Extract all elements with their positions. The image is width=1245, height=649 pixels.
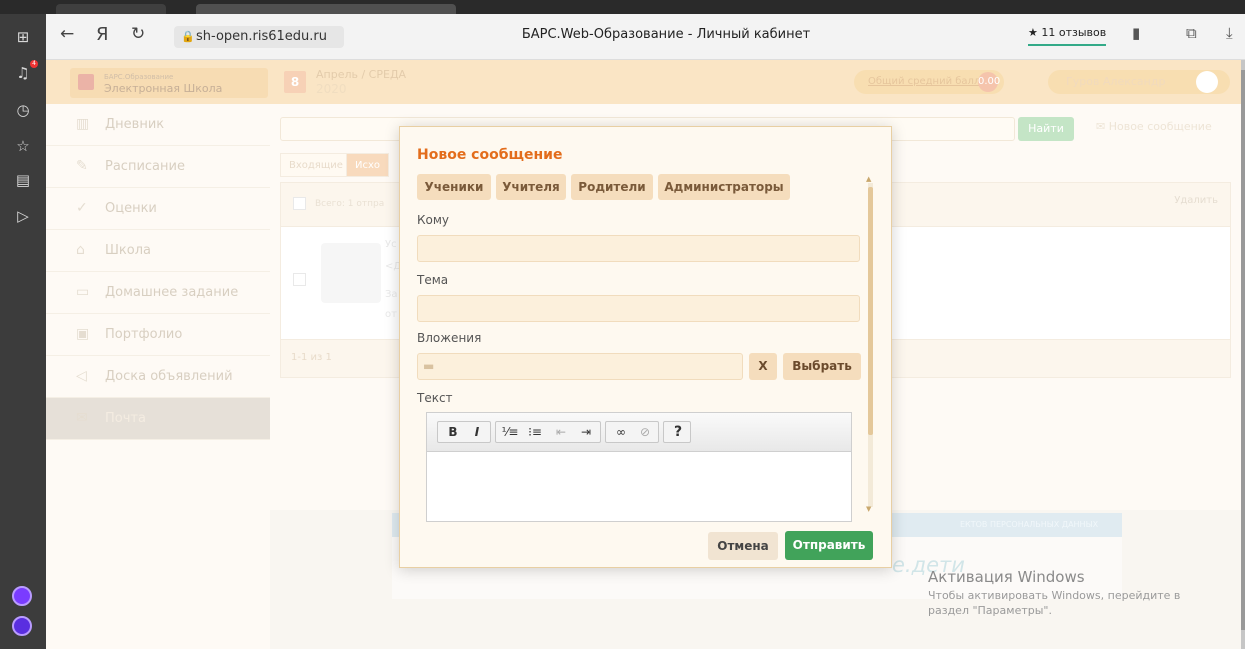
numbered-list-icon[interactable]: ⅟≡: [498, 422, 522, 442]
format-group: B I: [437, 421, 491, 443]
teachers-button[interactable]: Учителя: [496, 174, 566, 200]
link-group: ∞ ⊘: [605, 421, 659, 443]
browser-toolbar: ← Я ↻ 🔒 sh-open.ris61edu.ru БАРС.Web-Обр…: [46, 14, 1245, 60]
subject-label: Тема: [417, 273, 449, 287]
scroll-up-icon[interactable]: ▲: [866, 175, 871, 183]
windows-activation-line1: Чтобы активировать Windows, перейдите в: [928, 589, 1181, 602]
browser-tab-active[interactable]: [196, 4, 456, 14]
dialog-scrollbar[interactable]: ▲ ▼: [866, 175, 875, 515]
screen: ⊞ ♫ 4 ◷ ☆ ▤ ▷ ← Я ↻ 🔒 sh-open.ris61edu.r…: [0, 0, 1245, 649]
bulleted-list-icon[interactable]: ⁝≡: [523, 422, 547, 442]
alice-icon[interactable]: [12, 586, 32, 606]
download-icon[interactable]: ⤓: [1226, 24, 1233, 42]
lock-icon: 🔒: [181, 30, 195, 43]
remove-attachment-button[interactable]: X: [749, 353, 777, 380]
notes-icon[interactable]: ▤: [13, 170, 33, 190]
bookmark-icon[interactable]: ▮: [1132, 24, 1140, 42]
back-icon[interactable]: ←: [60, 24, 74, 44]
windows-activation-watermark: Активация Windows Чтобы активировать Win…: [928, 568, 1228, 628]
attachments-label: Вложения: [417, 331, 482, 345]
page-scrollbar[interactable]: [1241, 60, 1245, 649]
choose-file-button[interactable]: Выбрать: [783, 353, 861, 380]
apps-icon[interactable]: ⊞: [13, 27, 33, 47]
indent-icon[interactable]: ⇥: [574, 422, 598, 442]
notification-badge: 4: [30, 60, 38, 68]
scroll-thumb[interactable]: [868, 187, 873, 435]
web-page: БАРС.Образование Электронная Школа 8 Апр…: [46, 60, 1241, 649]
dialog-title: Новое сообщение: [417, 147, 563, 163]
link-icon[interactable]: ∞: [609, 422, 633, 442]
browser-tab[interactable]: [56, 4, 166, 14]
reviews-link[interactable]: ★ 11 отзывов: [1028, 26, 1107, 46]
address-bar[interactable]: 🔒 sh-open.ris61edu.ru: [174, 26, 344, 48]
list-group: ⅟≡ ⁝≡ ⇤ ⇥: [495, 421, 601, 443]
star-icon[interactable]: ☆: [13, 136, 33, 156]
administrators-button[interactable]: Администраторы: [658, 174, 790, 200]
editor-toolbar: B I ⅟≡ ⁝≡ ⇤ ⇥ ∞ ⊘ ?: [427, 413, 851, 452]
assistant-icon[interactable]: [12, 616, 32, 636]
yandex-icon[interactable]: Я: [96, 24, 109, 45]
send-button[interactable]: Отправить: [785, 531, 873, 560]
help-group: ?: [663, 421, 691, 443]
text-label: Текст: [417, 391, 453, 405]
rich-text-editor: B I ⅟≡ ⁝≡ ⇤ ⇥ ∞ ⊘ ?: [426, 412, 852, 522]
students-button[interactable]: Ученики: [417, 174, 491, 200]
folder-icon: ▬: [423, 359, 435, 373]
italic-icon[interactable]: I: [465, 422, 489, 442]
outdent-icon[interactable]: ⇤: [549, 422, 573, 442]
windows-activation-line2: раздел "Параметры".: [928, 604, 1052, 617]
attachment-field[interactable]: ▬: [417, 353, 743, 380]
page-scroll-thumb[interactable]: [1241, 70, 1245, 630]
to-label: Кому: [417, 213, 450, 227]
browser-side-panel: ⊞ ♫ 4 ◷ ☆ ▤ ▷: [0, 0, 46, 649]
scroll-down-icon[interactable]: ▼: [866, 505, 871, 513]
cancel-button[interactable]: Отмена: [708, 532, 778, 560]
subject-field[interactable]: [417, 295, 860, 322]
message-text-area[interactable]: [427, 453, 851, 521]
collections-icon[interactable]: ⧉: [1186, 24, 1197, 42]
new-message-dialog: Новое сообщение Ученики Учителя Родители…: [399, 126, 892, 568]
play-icon[interactable]: ▷: [13, 206, 33, 226]
unlink-icon[interactable]: ⊘: [633, 422, 657, 442]
windows-activation-title: Активация Windows: [928, 568, 1085, 586]
reload-icon[interactable]: ↻: [131, 24, 145, 44]
parents-button[interactable]: Родители: [571, 174, 653, 200]
page-title: БАРС.Web-Образование - Личный кабинет: [521, 27, 811, 42]
url-text: sh-open.ris61edu.ru: [196, 29, 327, 44]
browser-tab-strip: [46, 0, 1245, 14]
help-icon[interactable]: ?: [666, 422, 690, 442]
reviews-label: 11 отзывов: [1041, 26, 1107, 39]
clock-icon[interactable]: ◷: [13, 100, 33, 120]
to-field[interactable]: [417, 235, 860, 262]
bold-icon[interactable]: B: [441, 422, 465, 442]
